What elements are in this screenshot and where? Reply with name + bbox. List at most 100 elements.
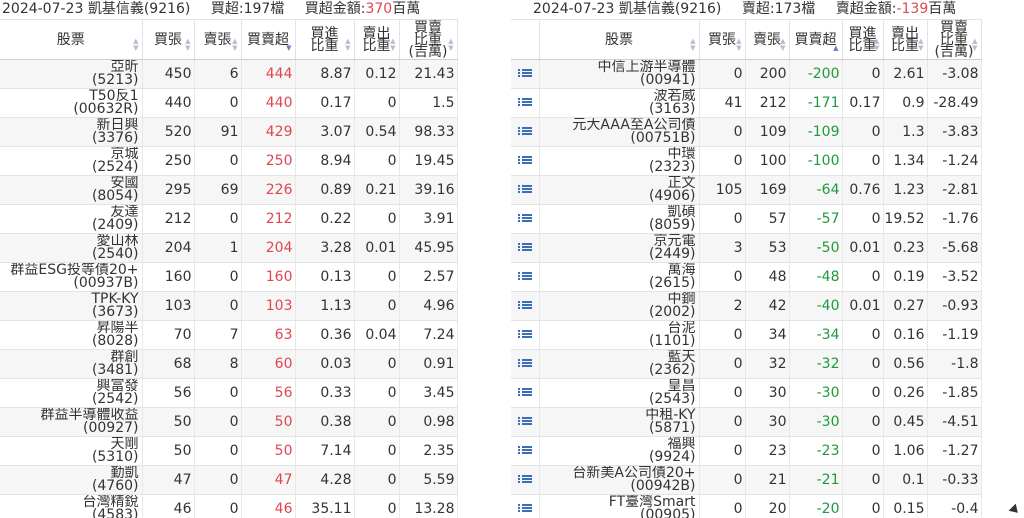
stock-cell[interactable]: T50反1 (00632R)	[0, 88, 143, 118]
list-icon[interactable]	[517, 184, 532, 196]
sort-arrow-icon[interactable]: ▲ ▼	[918, 38, 923, 52]
table-row[interactable]: TPK-KY (3673) 103 0 103 1.13 0 4.96	[0, 291, 458, 321]
list-icon[interactable]	[517, 271, 532, 283]
sort-arrow-icon[interactable]: ▼	[286, 45, 291, 52]
stock-cell[interactable]: 勤凱 (4760)	[0, 465, 143, 495]
sort-arrow-icon[interactable]: ▲ ▼	[345, 38, 350, 52]
table-row[interactable]: 新日興 (3376) 520 91 429 3.07 0.54 98.33	[0, 117, 458, 147]
header-buy[interactable]: 買張 ▲ ▼	[142, 19, 195, 60]
stock-cell[interactable]: 凱碩 (8059)	[539, 204, 700, 234]
header-ratio[interactable]: 買賣 比重 (吉萬) ▲ ▼	[927, 19, 982, 60]
stock-cell[interactable]: 萬海 (2615)	[539, 262, 700, 292]
stock-cell[interactable]: 安國 (8054)	[0, 175, 143, 205]
row-detail-cell[interactable]	[511, 494, 540, 518]
table-row[interactable]: 藍天 (2362) 0 32 -32 0 0.56 -1.8	[511, 349, 1024, 379]
table-row[interactable]: 愛山林 (2540) 204 1 204 3.28 0.01 45.95	[0, 233, 458, 263]
stock-cell[interactable]: 群益半導體收益 (00927)	[0, 407, 143, 437]
sort-arrow-icon[interactable]: ▲	[833, 45, 838, 52]
header-sell-pct[interactable]: 賣出 比重 ▲ ▼	[354, 19, 400, 60]
row-detail-cell[interactable]	[511, 465, 540, 495]
stock-cell[interactable]: 中鋼 (2002)	[539, 291, 700, 321]
stock-cell[interactable]: 友達 (2409)	[0, 204, 143, 234]
sort-arrow-icon[interactable]: ▲ ▼	[972, 38, 977, 52]
stock-cell[interactable]: 波若威 (3163)	[539, 88, 700, 118]
list-icon[interactable]	[517, 300, 532, 312]
table-row[interactable]: 亞昕 (5213) 450 6 444 8.87 0.12 21.43	[0, 59, 458, 89]
table-row[interactable]: 中環 (2323) 0 100 -100 0 1.34 -1.24	[511, 146, 1024, 176]
stock-cell[interactable]: 群創 (3481)	[0, 349, 143, 379]
row-detail-cell[interactable]	[511, 204, 540, 234]
stock-cell[interactable]: 中租-KY (5871)	[539, 407, 700, 437]
sort-arrow-icon[interactable]: ▲ ▼	[133, 38, 138, 52]
table-row[interactable]: 中信上游半導體 (00941) 0 200 -200 0 2.61 -3.08	[511, 59, 1024, 89]
row-detail-cell[interactable]	[511, 262, 540, 292]
table-row[interactable]: 皇昌 (2543) 0 30 -30 0 0.26 -1.85	[511, 378, 1024, 408]
list-icon[interactable]	[517, 329, 532, 341]
stock-cell[interactable]: TPK-KY (3673)	[0, 291, 143, 321]
header-sell[interactable]: 賣張 ▲ ▼	[194, 19, 242, 60]
sort-arrow-icon[interactable]: ▲ ▼	[736, 38, 741, 52]
list-icon[interactable]	[517, 213, 532, 225]
list-icon[interactable]	[517, 126, 532, 138]
table-row[interactable]: T50反1 (00632R) 440 0 440 0.17 0 1.5	[0, 88, 458, 118]
row-detail-cell[interactable]	[511, 88, 540, 118]
sort-arrow-icon[interactable]: ▲ ▼	[780, 38, 785, 52]
table-row[interactable]: 萬海 (2615) 0 48 -48 0 0.19 -3.52	[511, 262, 1024, 292]
row-detail-cell[interactable]	[511, 146, 540, 176]
stock-cell[interactable]: 藍天 (2362)	[539, 349, 700, 379]
table-row[interactable]: 波若威 (3163) 41 212 -171 0.17 0.9 -28.49	[511, 88, 1024, 118]
scroll-corner[interactable]	[1006, 500, 1024, 518]
stock-cell[interactable]: 台灣精銳 (4583)	[0, 494, 143, 518]
stock-cell[interactable]: 亞昕 (5213)	[0, 59, 143, 89]
table-row[interactable]: 興富發 (2542) 56 0 56 0.33 0 3.45	[0, 378, 458, 408]
stock-cell[interactable]: 福興 (9924)	[539, 436, 700, 466]
sort-arrow-icon[interactable]: ▲ ▼	[874, 38, 879, 52]
header-net[interactable]: 買賣超 ▲	[789, 19, 843, 60]
row-detail-cell[interactable]	[511, 117, 540, 147]
row-detail-cell[interactable]	[511, 320, 540, 350]
table-row[interactable]: 京城 (2524) 250 0 250 8.94 0 19.45	[0, 146, 458, 176]
stock-cell[interactable]: 台泥 (1101)	[539, 320, 700, 350]
row-detail-cell[interactable]	[511, 436, 540, 466]
sort-arrow-icon[interactable]: ▲ ▼	[390, 38, 395, 52]
list-icon[interactable]	[517, 474, 532, 486]
header-stock[interactable]: 股票 ▲ ▼	[0, 19, 143, 60]
table-row[interactable]: 台泥 (1101) 0 34 -34 0 0.16 -1.19	[511, 320, 1024, 350]
list-icon[interactable]	[517, 445, 532, 457]
list-icon[interactable]	[517, 416, 532, 428]
row-detail-cell[interactable]	[511, 233, 540, 263]
sort-arrow-icon[interactable]: ▲ ▼	[448, 38, 453, 52]
list-icon[interactable]	[517, 503, 532, 515]
list-icon[interactable]	[517, 68, 532, 80]
list-icon[interactable]	[517, 358, 532, 370]
stock-cell[interactable]: 興富發 (2542)	[0, 378, 143, 408]
header-stock[interactable]: 股票 ▲ ▼	[539, 19, 700, 60]
table-row[interactable]: 群益ESG投等債20+ (00937B) 160 0 160 0.13 0 2.57	[0, 262, 458, 292]
table-row[interactable]: 群益半導體收益 (00927) 50 0 50 0.38 0 0.98	[0, 407, 458, 437]
stock-cell[interactable]: 京元電 (2449)	[539, 233, 700, 263]
table-row[interactable]: 京元電 (2449) 3 53 -50 0.01 0.23 -5.68	[511, 233, 1024, 263]
row-detail-cell[interactable]	[511, 59, 540, 89]
table-row[interactable]: 群創 (3481) 68 8 60 0.03 0 0.91	[0, 349, 458, 379]
table-row[interactable]: 中租-KY (5871) 0 30 -30 0 0.45 -4.51	[511, 407, 1024, 437]
table-row[interactable]: 正文 (4906) 105 169 -64 0.76 1.23 -2.81	[511, 175, 1024, 205]
header-sell-pct[interactable]: 賣出 比重 ▲ ▼	[883, 19, 928, 60]
table-row[interactable]: 昇陽半 (8028) 70 7 63 0.36 0.04 7.24	[0, 320, 458, 350]
row-detail-cell[interactable]	[511, 291, 540, 321]
row-detail-cell[interactable]	[511, 407, 540, 437]
header-sell[interactable]: 賣張 ▲ ▼	[745, 19, 790, 60]
header-net[interactable]: 買賣超 ▼	[241, 19, 296, 60]
list-icon[interactable]	[517, 242, 532, 254]
stock-cell[interactable]: 新日興 (3376)	[0, 117, 143, 147]
sort-arrow-icon[interactable]: ▲ ▼	[690, 38, 695, 52]
row-detail-cell[interactable]	[511, 349, 540, 379]
stock-cell[interactable]: 中環 (2323)	[539, 146, 700, 176]
row-detail-cell[interactable]	[511, 378, 540, 408]
sort-arrow-icon[interactable]: ▲ ▼	[185, 38, 190, 52]
header-buy-pct[interactable]: 買進 比重 ▲ ▼	[842, 19, 884, 60]
list-icon[interactable]	[517, 97, 532, 109]
header-buy[interactable]: 買張 ▲ ▼	[699, 19, 746, 60]
table-row[interactable]: FT臺灣Smart (00905) 0 20 -20 0 0.15 -0.4	[511, 494, 1024, 518]
table-row[interactable]: 友達 (2409) 212 0 212 0.22 0 3.91	[0, 204, 458, 234]
stock-cell[interactable]: 中信上游半導體 (00941)	[539, 59, 700, 89]
